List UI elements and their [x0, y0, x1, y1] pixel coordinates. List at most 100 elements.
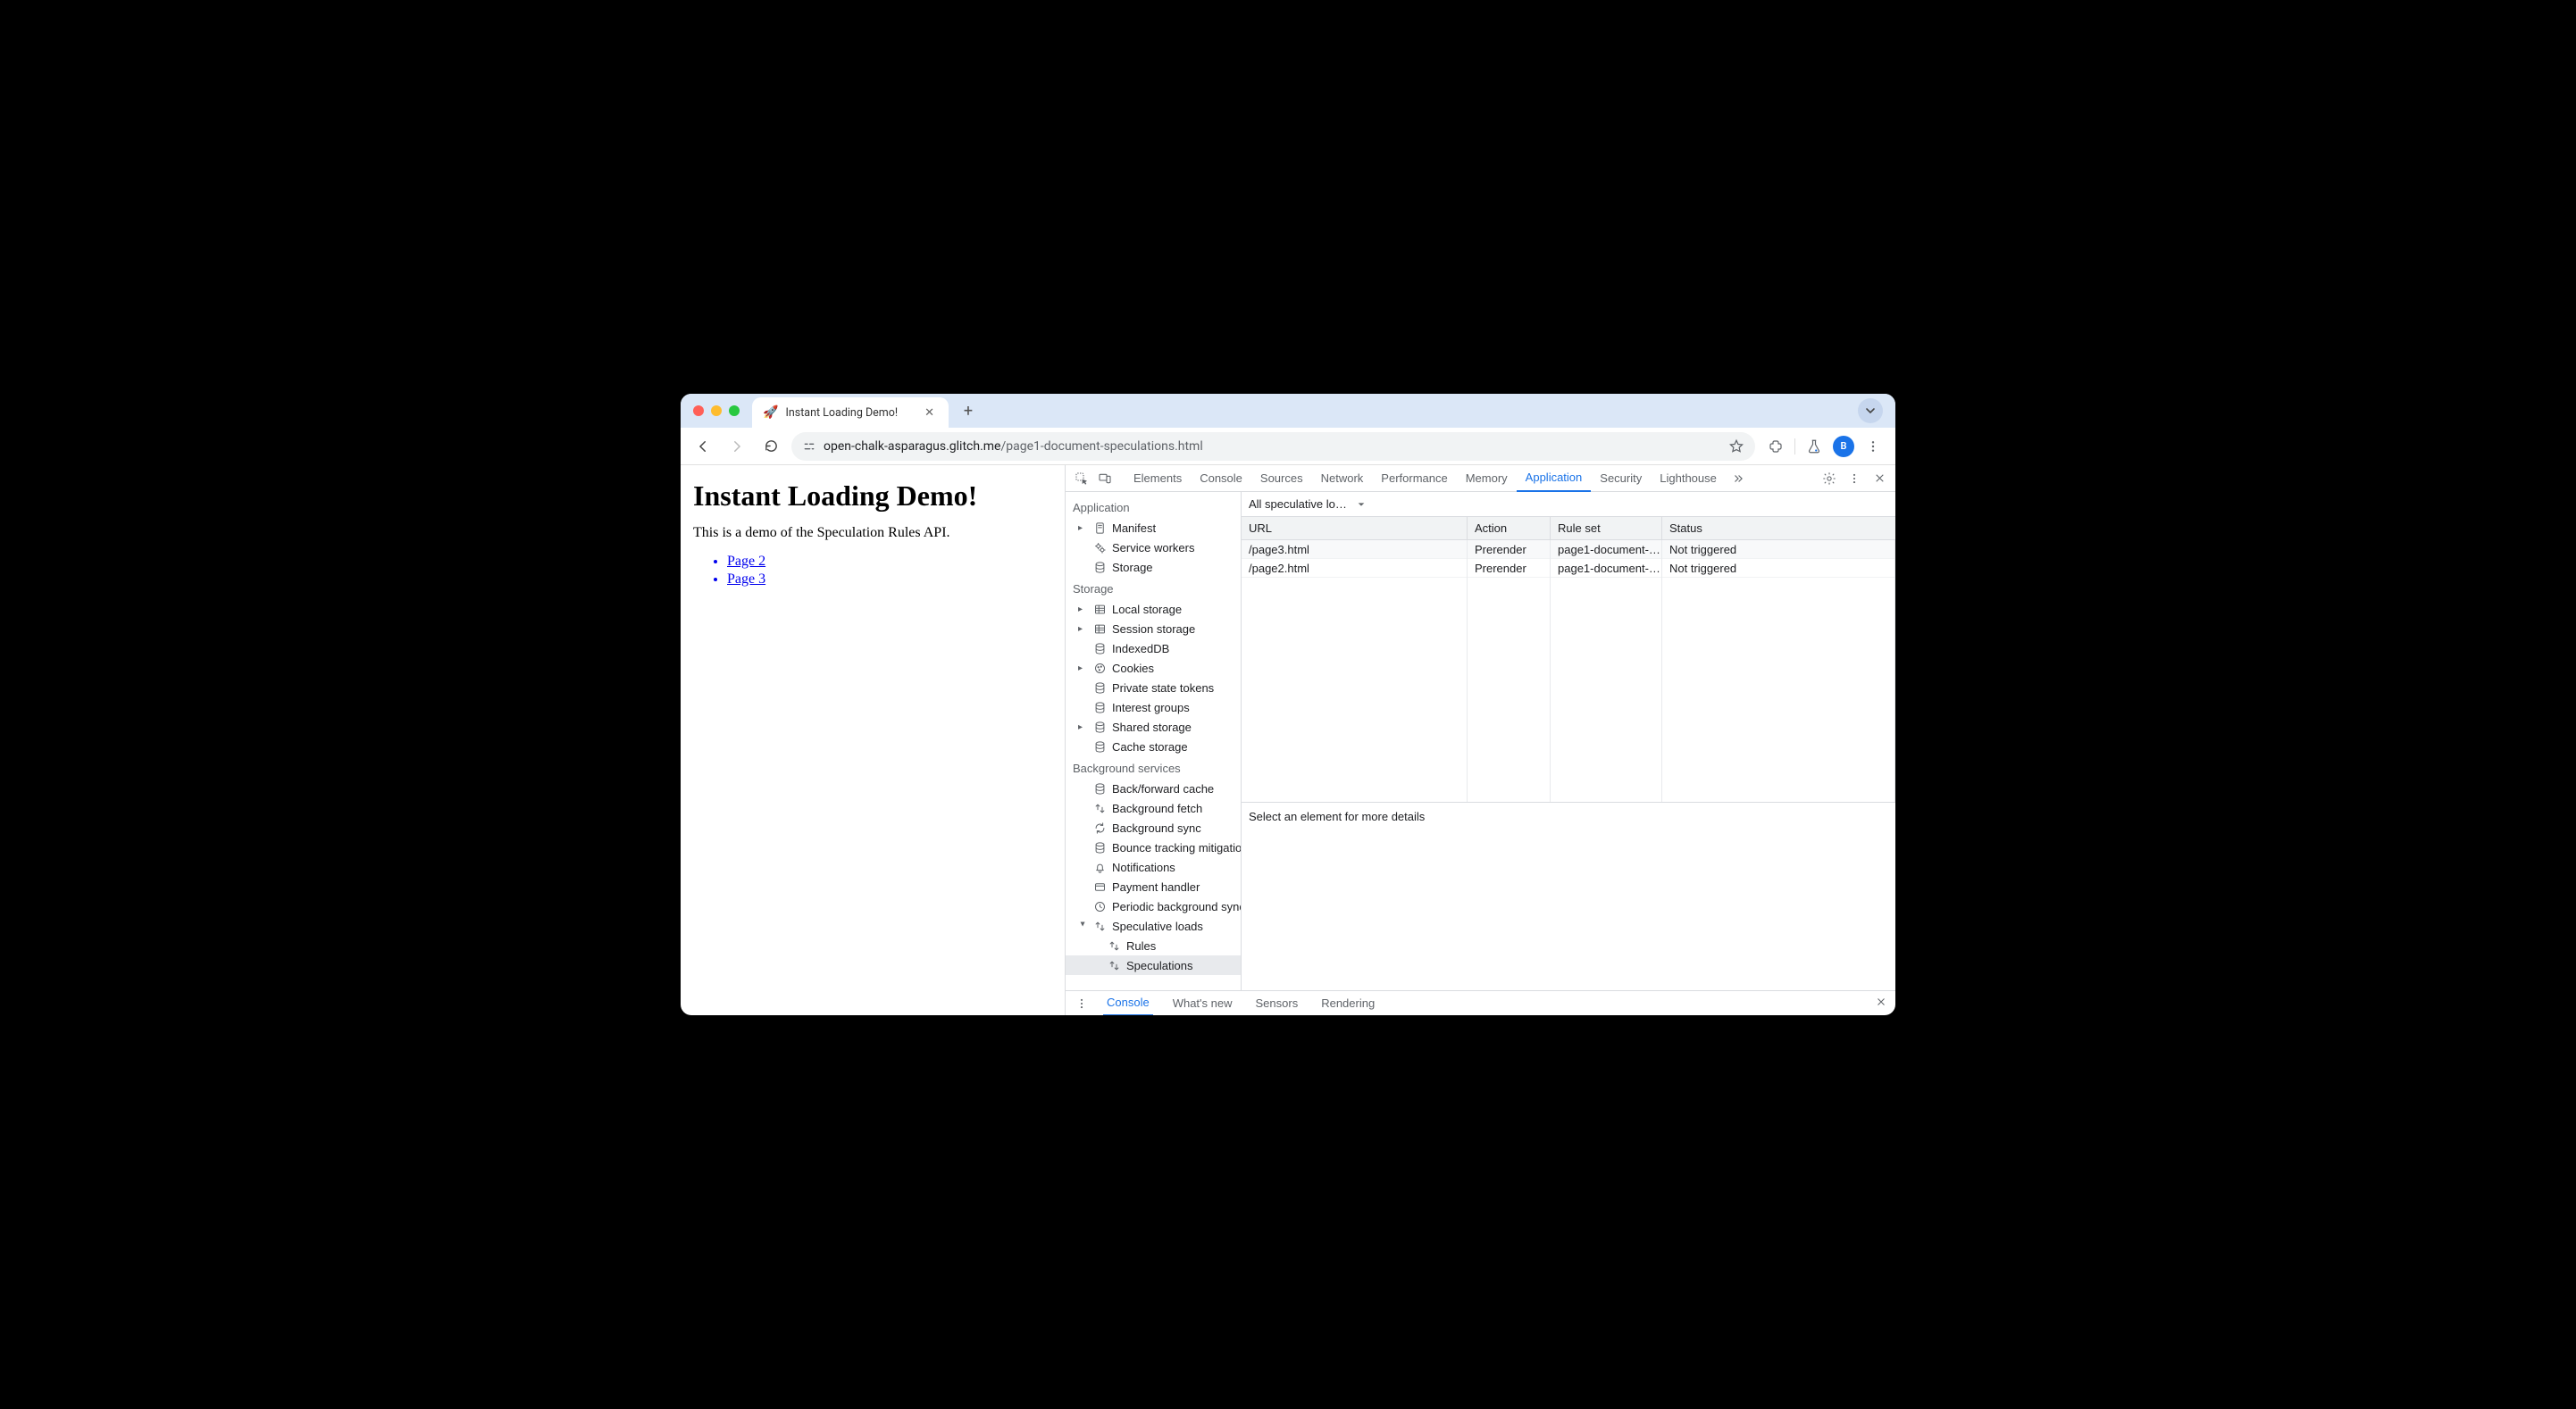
page-link[interactable]: Page 2 [727, 554, 1052, 570]
clock-icon [1092, 899, 1107, 913]
sidebar-item-manifest[interactable]: ▸Manifest [1066, 518, 1241, 538]
sidebar-item-storage[interactable]: Storage [1066, 557, 1241, 577]
devtools-tabbar: ElementsConsoleSourcesNetworkPerformance… [1066, 465, 1895, 492]
col-header-ruleset[interactable]: Rule set [1551, 517, 1662, 539]
sidebar-item-session-storage[interactable]: ▸ Session storage [1066, 619, 1241, 638]
col-header-action[interactable]: Action [1468, 517, 1551, 539]
minimize-window-button[interactable] [711, 405, 722, 416]
sidebar-item-label: Cookies [1112, 662, 1154, 675]
filter-dropdown[interactable]: All speculative loa… [1249, 497, 1351, 511]
gear-icon [1822, 471, 1836, 486]
caret-icon: ▸ [1078, 624, 1087, 634]
reload-button[interactable] [757, 433, 784, 460]
devtools-menu-button[interactable] [1844, 468, 1865, 489]
url-text: open-chalk-asparagus.glitch.me/page1-doc… [824, 439, 1721, 454]
labs-button[interactable] [1801, 433, 1827, 460]
sidebar-item-payment-handler[interactable]: Payment handler [1066, 877, 1241, 896]
drawer-tab-what-s-new[interactable]: What's new [1169, 991, 1236, 1016]
sidebar-item-interest-groups[interactable]: Interest groups [1066, 697, 1241, 717]
bookmark-star-icon[interactable] [1728, 438, 1744, 454]
caret-icon: ▸ [1078, 921, 1088, 930]
drawer-tab-rendering[interactable]: Rendering [1317, 991, 1378, 1016]
inspect-icon [1075, 471, 1089, 486]
extensions-button[interactable] [1762, 433, 1789, 460]
sidebar-item-background-sync[interactable]: Background sync [1066, 818, 1241, 838]
sidebar-item-private-state-tokens[interactable]: Private state tokens [1066, 678, 1241, 697]
menu-button[interactable] [1860, 433, 1886, 460]
site-settings-icon[interactable] [802, 439, 816, 454]
devtools-tab-sources[interactable]: Sources [1251, 465, 1312, 492]
drawer-tab-sensors[interactable]: Sensors [1252, 991, 1302, 1016]
inspect-element-button[interactable] [1071, 468, 1092, 489]
close-drawer-button[interactable] [1872, 996, 1890, 1010]
close-window-button[interactable] [693, 405, 704, 416]
sidebar-item-cache-storage[interactable]: Cache storage [1066, 737, 1241, 756]
more-tabs-button[interactable] [1727, 468, 1749, 489]
sidebar-item-local-storage[interactable]: ▸Local storage [1066, 599, 1241, 619]
col-header-url[interactable]: URL [1242, 517, 1468, 539]
sidebar-item-label: Interest groups [1112, 701, 1190, 714]
devtools-tab-console[interactable]: Console [1191, 465, 1251, 492]
tab-overflow-button[interactable] [1858, 398, 1883, 423]
sidebar-item-label: Periodic background sync [1112, 900, 1242, 913]
flask-icon [1806, 438, 1822, 454]
sidebar-item-speculations[interactable]: Speculations [1066, 955, 1241, 975]
sidebar-item-cookies[interactable]: ▸ Cookies [1066, 658, 1241, 678]
devtools-settings-button[interactable] [1819, 468, 1840, 489]
sidebar-item-bounce-tracking-mitigation[interactable]: Bounce tracking mitigation [1066, 838, 1241, 857]
db-icon [1092, 641, 1107, 655]
dropdown-triangle-icon[interactable] [1357, 500, 1366, 509]
page-link[interactable]: Page 3 [727, 571, 1052, 588]
table-row[interactable]: /page2.htmlPrerenderpage1-document-…Not … [1242, 559, 1895, 578]
devtools-tab-elements[interactable]: Elements [1125, 465, 1191, 492]
content-area: Instant Loading Demo! This is a demo of … [681, 465, 1895, 1015]
devtools-tab-security[interactable]: Security [1591, 465, 1651, 492]
sidebar-item-notifications[interactable]: Notifications [1066, 857, 1241, 877]
drawer-tab-console[interactable]: Console [1103, 991, 1153, 1016]
page-heading: Instant Loading Demo! [693, 479, 1052, 513]
address-bar[interactable]: open-chalk-asparagus.glitch.me/page1-doc… [791, 432, 1755, 461]
page-link-list: Page 2 Page 3 [693, 554, 1052, 588]
close-tab-button[interactable]: ✕ [921, 406, 938, 420]
device-toggle-button[interactable] [1094, 468, 1116, 489]
browser-tab[interactable]: 🚀 Instant Loading Demo! ✕ [752, 397, 949, 428]
sidebar-item-indexeddb[interactable]: IndexedDB [1066, 638, 1241, 658]
caret-icon: ▸ [1078, 663, 1087, 673]
close-icon [1874, 472, 1886, 484]
table-icon [1092, 621, 1107, 636]
devtools-tab-lighthouse[interactable]: Lighthouse [1651, 465, 1726, 492]
sidebar-item-label: Storage [1112, 561, 1153, 574]
close-devtools-button[interactable] [1869, 468, 1890, 489]
profile-avatar[interactable]: B [1833, 436, 1854, 457]
forward-button[interactable] [723, 433, 750, 460]
devtools-tab-network[interactable]: Network [1312, 465, 1373, 492]
detail-placeholder: Select an element for more details [1242, 803, 1895, 990]
kebab-icon [1848, 472, 1861, 485]
cell-status: Not triggered [1662, 559, 1895, 577]
sidebar-item-back-forward-cache[interactable]: Back/forward cache [1066, 779, 1241, 798]
col-header-status[interactable]: Status [1662, 517, 1895, 539]
new-tab-button[interactable]: + [956, 398, 981, 423]
devtools-tab-memory[interactable]: Memory [1457, 465, 1517, 492]
maximize-window-button[interactable] [729, 405, 740, 416]
db-icon [1092, 840, 1107, 855]
cell-action: Prerender [1468, 559, 1551, 577]
bell-icon [1092, 860, 1107, 874]
application-sidebar: Application▸ManifestService workersStora… [1066, 492, 1242, 990]
devtools-tab-application[interactable]: Application [1517, 465, 1592, 492]
sidebar-item-rules[interactable]: Rules [1066, 936, 1241, 955]
devtools-drawer: Console What's new Sensors Rendering [1066, 990, 1895, 1015]
sidebar-item-label: Session storage [1112, 622, 1195, 636]
sidebar-item-background-fetch[interactable]: Background fetch [1066, 798, 1241, 818]
sidebar-item-service-workers[interactable]: Service workers [1066, 538, 1241, 557]
caret-icon: ▸ [1078, 722, 1087, 732]
sidebar-item-shared-storage[interactable]: ▸Shared storage [1066, 717, 1241, 737]
sidebar-item-periodic-background-sync[interactable]: Periodic background sync [1066, 896, 1241, 916]
drawer-menu-button[interactable] [1071, 993, 1092, 1014]
sidebar-item-speculative-loads[interactable]: ▸Speculative loads [1066, 916, 1241, 936]
table-row[interactable]: /page3.htmlPrerenderpage1-document-…Not … [1242, 540, 1895, 559]
page-intro: This is a demo of the Speculation Rules … [693, 525, 1052, 541]
devtools-tab-performance[interactable]: Performance [1372, 465, 1456, 492]
back-button[interactable] [690, 433, 716, 460]
puzzle-icon [1768, 438, 1784, 454]
